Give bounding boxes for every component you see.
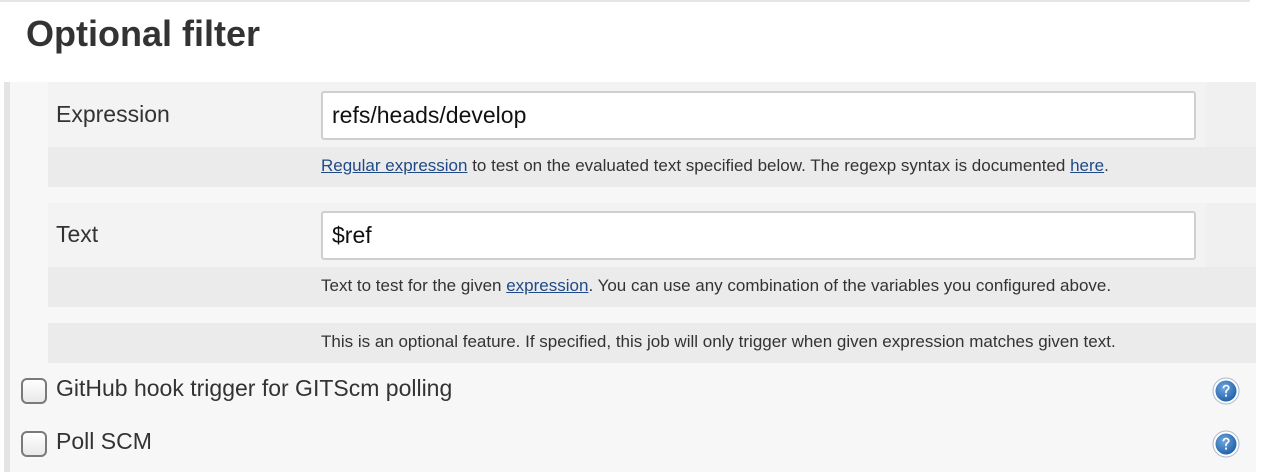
section-title: Optional filter — [26, 13, 260, 54]
github-hook-trigger-row: GitHub hook trigger for GITScm polling — [20, 375, 1256, 428]
optional-filter-panel: Optional filter Expression Regular expre… — [0, 0, 1280, 472]
regexp-syntax-link[interactable]: here — [1070, 156, 1104, 175]
question-mark-icon[interactable] — [1212, 377, 1240, 405]
top-divider — [0, 0, 1250, 2]
expression-input[interactable] — [321, 91, 1196, 140]
expression-help-end: . — [1104, 156, 1109, 175]
github-hook-trigger-checkbox[interactable] — [21, 378, 47, 404]
expression-link[interactable]: expression — [506, 276, 588, 295]
text-input[interactable] — [321, 211, 1196, 260]
section-left-border — [4, 82, 10, 472]
text-help-start: Text to test for the given — [321, 276, 507, 295]
expression-label: Expression — [56, 101, 170, 127]
poll-scm-row: Poll SCM — [20, 428, 1256, 472]
regular-expression-link[interactable]: Regular expression — [321, 156, 467, 175]
expression-help: Regular expression to test on the evalua… — [321, 156, 1109, 176]
expression-help-text: to test on the evaluated text specified … — [467, 156, 1071, 175]
row-spacer — [48, 187, 1256, 203]
poll-scm-checkbox[interactable] — [21, 431, 47, 457]
row-spacer — [48, 307, 1256, 323]
text-help: Text to test for the given expression. Y… — [321, 276, 1111, 296]
text-help-end: . You can use any combination of the var… — [588, 276, 1112, 295]
question-mark-icon[interactable] — [1212, 430, 1240, 458]
text-label: Text — [56, 221, 99, 247]
poll-scm-label[interactable]: Poll SCM — [56, 428, 152, 455]
github-hook-trigger-label[interactable]: GitHub hook trigger for GITScm polling — [56, 375, 452, 402]
optional-feature-note: This is an optional feature. If specifie… — [321, 332, 1116, 351]
